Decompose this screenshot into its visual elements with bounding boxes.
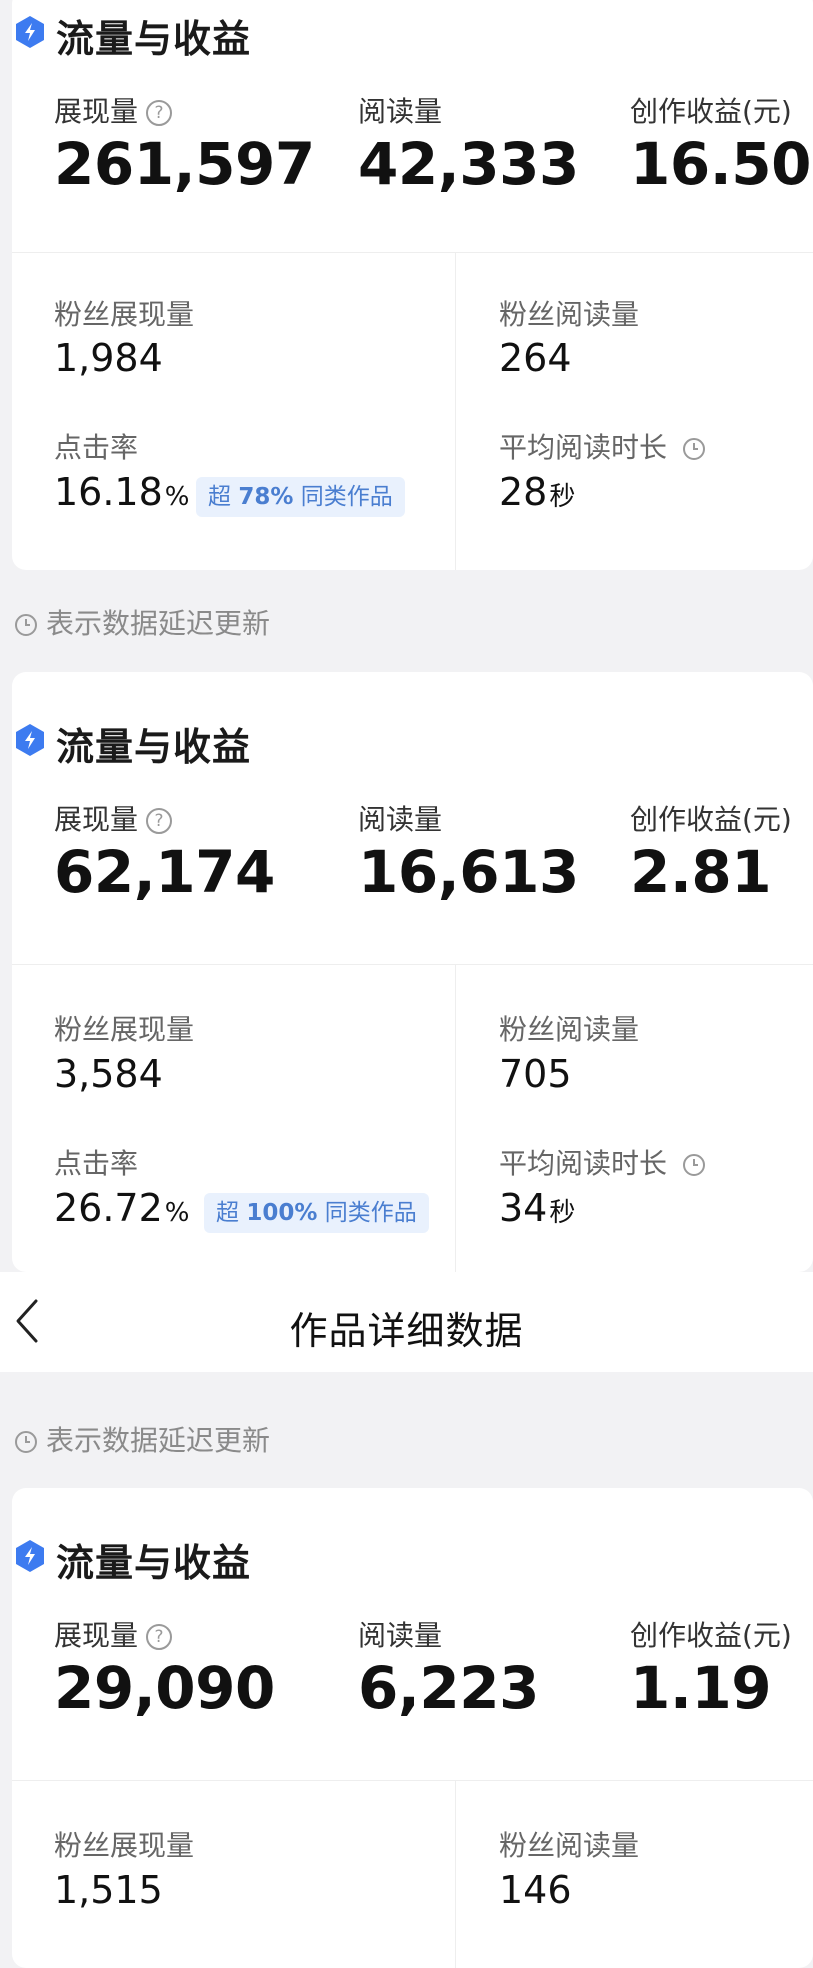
divider bbox=[12, 1780, 813, 1781]
divider bbox=[455, 252, 456, 570]
divider bbox=[455, 1780, 456, 1968]
clock-icon bbox=[15, 1431, 37, 1453]
avg-read-time-label: 平均阅读时长 bbox=[499, 426, 706, 466]
reads-label: 阅读量 bbox=[358, 1619, 443, 1652]
nav-bar: 作品详细数据 bbox=[0, 1272, 813, 1372]
fans-reads-value: 264 bbox=[499, 336, 572, 380]
divider bbox=[455, 964, 456, 1272]
impressions-label: 展现量? bbox=[54, 1614, 173, 1654]
page-title: 作品详细数据 bbox=[289, 1309, 524, 1353]
help-icon[interactable]: ? bbox=[146, 100, 173, 126]
avg-read-time-value: 28秒 bbox=[499, 470, 576, 514]
clock-icon bbox=[682, 438, 705, 460]
peer-compare-badge: 超 78% 同类作品 bbox=[196, 477, 405, 517]
reads-label: 阅读量 bbox=[358, 95, 443, 128]
ctr-value: 16.18% bbox=[54, 470, 190, 514]
lightning-icon bbox=[16, 724, 44, 756]
fans-reads-value: 146 bbox=[499, 1868, 572, 1912]
fans-impressions-value: 1,984 bbox=[54, 336, 163, 380]
lightning-icon bbox=[16, 16, 44, 48]
fans-reads-value: 705 bbox=[499, 1052, 572, 1096]
help-icon[interactable]: ? bbox=[146, 808, 173, 834]
earnings-value: 2.81 bbox=[630, 838, 772, 906]
impressions-value: 29,090 bbox=[54, 1654, 275, 1722]
avg-read-time-value: 34秒 bbox=[499, 1186, 576, 1230]
ctr-label: 点击率 bbox=[54, 1147, 139, 1180]
delay-note: 表示数据延迟更新 bbox=[14, 1419, 270, 1459]
earnings-value: 16.50 bbox=[630, 130, 811, 198]
reads-value: 42,333 bbox=[358, 130, 579, 198]
stats-card-3: 流量与收益 展现量? 29,090 阅读量 6,223 创作收益(元) 1.19… bbox=[12, 1488, 813, 1968]
earnings-label: 创作收益(元) bbox=[630, 1619, 792, 1652]
clock-icon bbox=[682, 1154, 705, 1176]
fans-impressions-value: 1,515 bbox=[54, 1868, 163, 1912]
reads-label: 阅读量 bbox=[358, 803, 443, 836]
divider bbox=[12, 964, 813, 965]
ctr-value: 26.72% bbox=[54, 1186, 190, 1230]
earnings-value: 1.19 bbox=[630, 1654, 772, 1722]
card-title: 流量与收益 bbox=[16, 8, 251, 63]
earnings-label: 创作收益(元) bbox=[630, 803, 792, 836]
clock-icon bbox=[15, 614, 37, 636]
avg-read-time-label: 平均阅读时长 bbox=[499, 1142, 706, 1182]
fans-impressions-label: 粉丝展现量 bbox=[54, 1829, 195, 1862]
card-title: 流量与收益 bbox=[16, 716, 251, 771]
impressions-value: 62,174 bbox=[54, 838, 275, 906]
card-title: 流量与收益 bbox=[16, 1532, 251, 1587]
lightning-icon bbox=[16, 1540, 44, 1572]
stats-card-1: 流量与收益 展现量? 261,597 阅读量 42,333 创作收益(元) 16… bbox=[12, 0, 813, 570]
impressions-label: 展现量? bbox=[54, 798, 173, 838]
peer-compare-badge: 超 100% 同类作品 bbox=[204, 1193, 429, 1233]
stats-card-2: 流量与收益 展现量? 62,174 阅读量 16,613 创作收益(元) 2.8… bbox=[12, 672, 813, 1272]
fans-impressions-label: 粉丝展现量 bbox=[54, 1013, 195, 1046]
fans-reads-label: 粉丝阅读量 bbox=[499, 298, 640, 331]
impressions-value: 261,597 bbox=[54, 130, 315, 198]
delay-note: 表示数据延迟更新 bbox=[14, 602, 270, 642]
help-icon[interactable]: ? bbox=[146, 1624, 173, 1650]
fans-reads-label: 粉丝阅读量 bbox=[499, 1829, 640, 1862]
fans-impressions-label: 粉丝展现量 bbox=[54, 298, 195, 331]
ctr-label: 点击率 bbox=[54, 431, 139, 464]
fans-impressions-value: 3,584 bbox=[54, 1052, 163, 1096]
impressions-label: 展现量? bbox=[54, 90, 173, 130]
reads-value: 16,613 bbox=[358, 838, 579, 906]
fans-reads-label: 粉丝阅读量 bbox=[499, 1013, 640, 1046]
divider bbox=[12, 252, 813, 253]
earnings-label: 创作收益(元) bbox=[630, 95, 792, 128]
reads-value: 6,223 bbox=[358, 1654, 539, 1722]
